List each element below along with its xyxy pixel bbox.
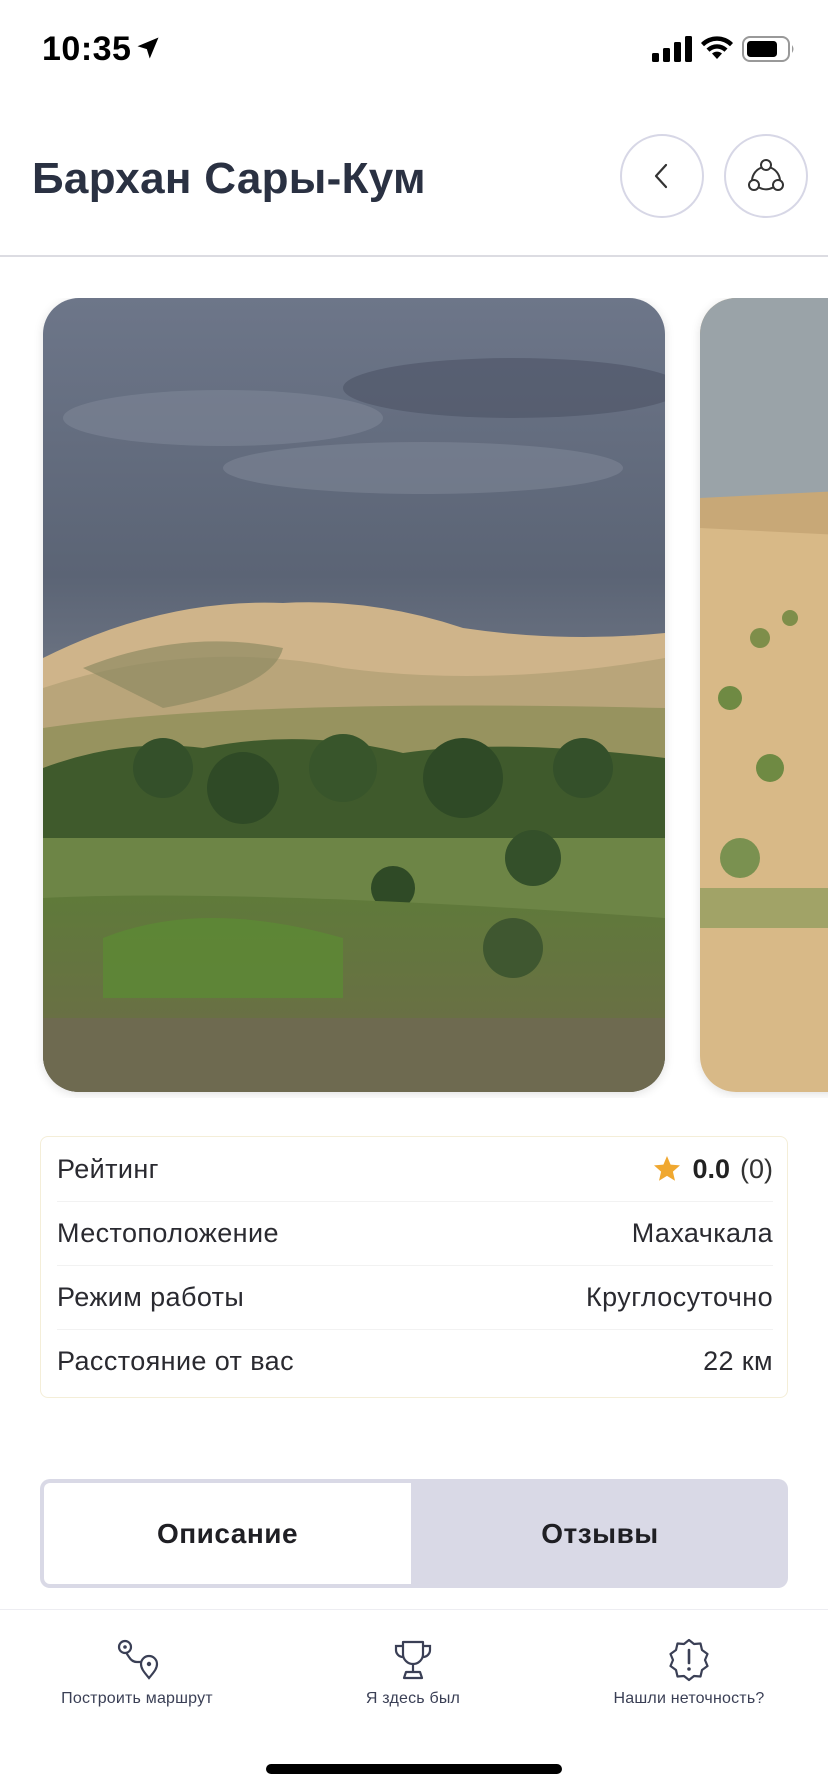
hours-label: Режим работы bbox=[57, 1282, 245, 1312]
tab-reviews[interactable]: Отзывы bbox=[412, 1479, 788, 1588]
distance-label: Расстояние от вас bbox=[57, 1346, 294, 1376]
home-indicator[interactable] bbox=[266, 1764, 562, 1774]
chevron-left-icon bbox=[654, 163, 668, 189]
page-title: Бархан Сары-Кум bbox=[32, 154, 426, 203]
build-route-button[interactable]: Построить маршрут bbox=[17, 1638, 257, 1708]
page-header: Бархан Сары-Кум bbox=[0, 100, 828, 257]
status-bar: 10:35 bbox=[0, 0, 828, 100]
location-arrow-icon bbox=[137, 37, 159, 59]
rating-score: 0.0 bbox=[692, 1153, 730, 1184]
distance-value: 22 км bbox=[703, 1346, 773, 1376]
share-icon bbox=[748, 159, 784, 191]
route-icon bbox=[117, 1639, 159, 1680]
report-inaccuracy-button[interactable]: Нашли неточность? bbox=[569, 1638, 809, 1708]
status-time: 10:35 bbox=[42, 30, 132, 68]
back-button[interactable] bbox=[620, 134, 704, 218]
star-icon bbox=[654, 1156, 681, 1181]
tab-description[interactable]: Описание bbox=[44, 1483, 411, 1584]
wifi-icon bbox=[701, 36, 733, 59]
i-was-here-button[interactable]: Я здесь был bbox=[293, 1638, 533, 1708]
battery-icon bbox=[742, 36, 794, 62]
alert-badge-icon bbox=[669, 1638, 709, 1682]
hours-row: Режим работы Круглосуточно bbox=[57, 1265, 773, 1329]
i-was-here-label: Я здесь был bbox=[365, 1690, 461, 1707]
photo-gallery[interactable] bbox=[0, 298, 828, 1098]
build-route-label: Построить маршрут bbox=[61, 1690, 213, 1707]
cellular-signal-icon bbox=[652, 36, 692, 62]
rating-row: Рейтинг 0.0 (0) bbox=[57, 1137, 773, 1201]
rating-count: (0) bbox=[740, 1153, 773, 1184]
share-button[interactable] bbox=[724, 134, 808, 218]
hours-value: Круглосуточно bbox=[586, 1282, 773, 1312]
sand-dune-photo[interactable] bbox=[43, 298, 665, 1092]
location-row: Местоположение Махачкала bbox=[57, 1201, 773, 1265]
rating-value: 0.0 (0) bbox=[652, 1154, 773, 1185]
sand-dune-close-photo[interactable] bbox=[700, 298, 828, 1092]
report-inaccuracy-label: Нашли неточность? bbox=[613, 1690, 765, 1707]
info-card: Рейтинг 0.0 (0) Местоположение Махачкала… bbox=[40, 1136, 788, 1398]
trophy-icon bbox=[394, 1640, 432, 1680]
location-value: Махачкала bbox=[631, 1218, 773, 1248]
tab-bar: Описание Отзывы bbox=[40, 1479, 788, 1588]
rating-label: Рейтинг bbox=[57, 1153, 159, 1184]
distance-row: Расстояние от вас 22 км bbox=[57, 1329, 773, 1393]
location-label: Местоположение bbox=[57, 1218, 279, 1248]
